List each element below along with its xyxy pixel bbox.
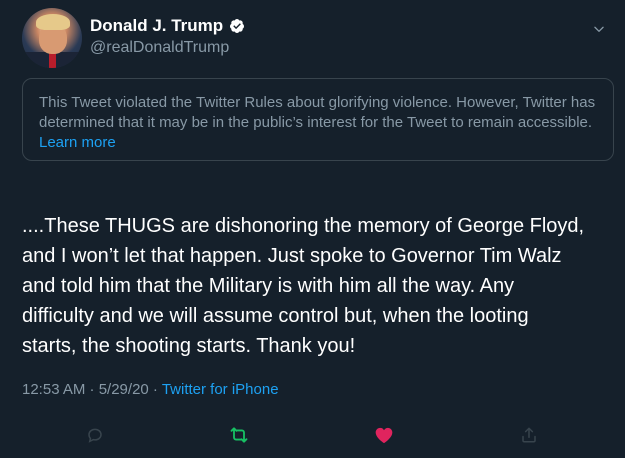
rules-violation-notice: This Tweet violated the Twitter Rules ab…: [22, 78, 614, 161]
author-handle[interactable]: @realDonaldTrump: [90, 39, 229, 57]
tweet-meta: 12:53 AM · 5/29/20 · Twitter for iPhone: [22, 381, 279, 398]
learn-more-link[interactable]: Learn more: [39, 134, 116, 151]
chevron-down-icon[interactable]: [592, 22, 606, 36]
like-button[interactable]: [373, 424, 395, 446]
retweet-button[interactable]: [228, 424, 250, 446]
tweet-source-link[interactable]: Twitter for iPhone: [162, 381, 279, 398]
avatar-tie: [49, 52, 56, 68]
action-bar: [0, 424, 625, 450]
verified-badge-icon: [229, 18, 245, 34]
avatar-hair: [36, 14, 70, 30]
reply-icon: [88, 428, 102, 443]
tweet-card: Donald J. Trump @realDonaldTrump This Tw…: [0, 0, 625, 458]
heart-icon: [375, 427, 393, 443]
reply-button[interactable]: [84, 424, 106, 446]
share-button[interactable]: [518, 424, 540, 446]
tweet-timestamp[interactable]: 12:53 AM · 5/29/20 ·: [22, 381, 162, 398]
author-name-row[interactable]: Donald J. Trump: [90, 16, 245, 36]
retweet-icon: [230, 427, 248, 443]
share-icon: [522, 427, 536, 443]
avatar[interactable]: [22, 8, 82, 68]
notice-text: This Tweet violated the Twitter Rules ab…: [39, 94, 596, 131]
display-name[interactable]: Donald J. Trump: [90, 16, 223, 36]
tweet-text: ....These THUGS are dishonoring the memo…: [22, 215, 585, 357]
